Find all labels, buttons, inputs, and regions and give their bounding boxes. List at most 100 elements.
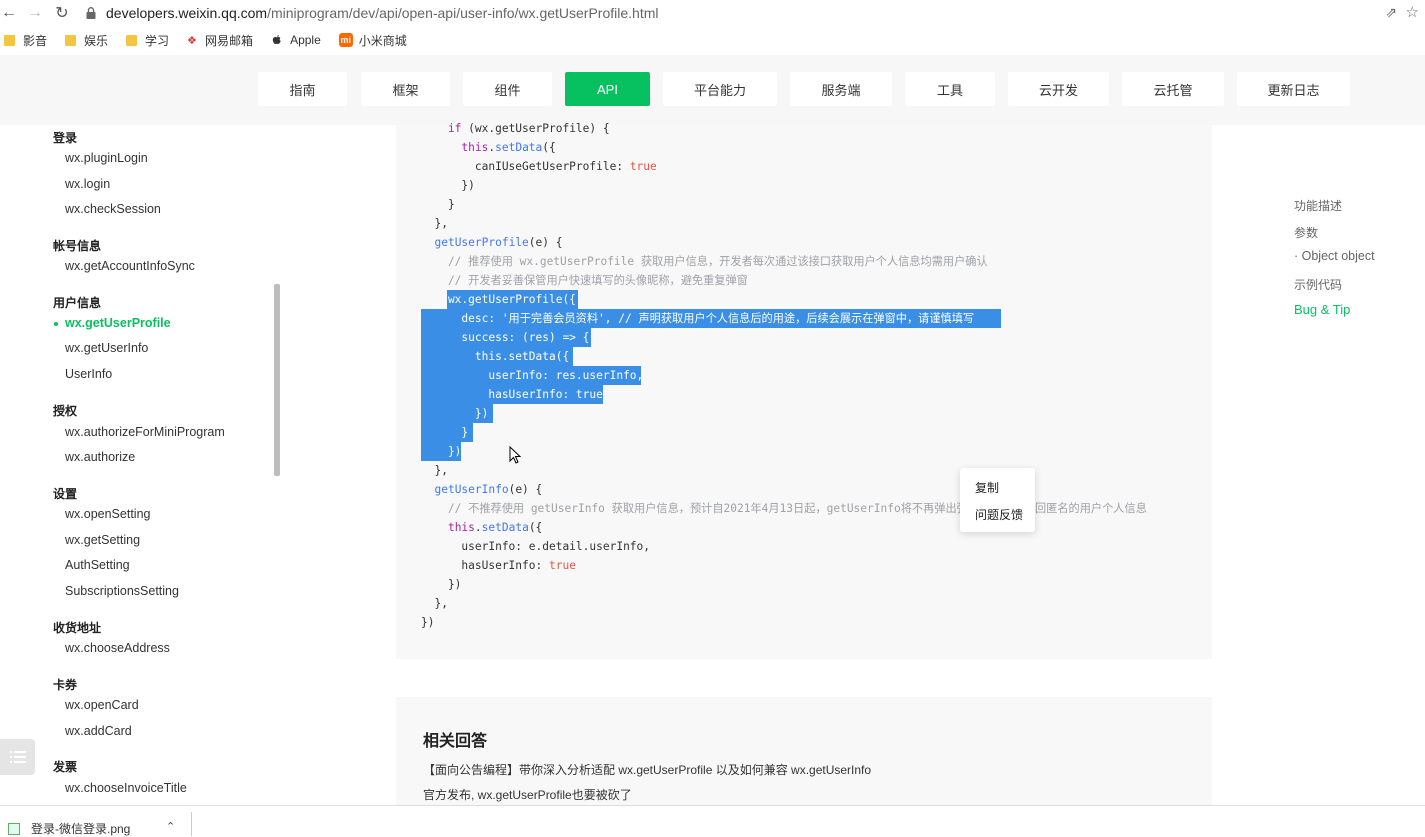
bookmark-label: Apple <box>290 33 321 47</box>
bookmark-item[interactable]: 影音 <box>4 32 47 49</box>
code-comment: // 推荐使用 wx.getUserProfile 获取用户信息，开发者每次通过… <box>421 255 988 268</box>
code-line: if (wx.getUserProfile) { <box>421 122 610 135</box>
chevron-up-icon[interactable]: ⌃ <box>166 820 175 833</box>
code-line: this.setData({ <box>461 141 556 154</box>
code-line: }, <box>421 597 448 610</box>
code-line: canIUseGetUserProfile: true <box>421 160 657 173</box>
toc-item[interactable]: 参数 <box>1294 224 1318 241</box>
sidebar-item[interactable]: wx.getUserInfo <box>65 341 148 355</box>
bookmark-label: 娱乐 <box>84 33 109 48</box>
tab-components[interactable]: 组件 <box>463 72 552 106</box>
toc-item-active[interactable]: Bug & Tip <box>1294 302 1350 317</box>
forward-icon[interactable]: → <box>23 1 47 25</box>
code-line-selected: } <box>421 426 469 439</box>
sidebar-item[interactable]: wx.chooseInvoiceTitle <box>65 781 187 795</box>
bookmark-item[interactable]: 娱乐 <box>65 32 108 49</box>
sidebar-group-heading: 卡券 <box>53 678 78 692</box>
sidebar-item[interactable]: SubscriptionsSetting <box>65 584 179 598</box>
tab-platform[interactable]: 平台能力 <box>663 72 777 106</box>
code-comment: // 开发者妥善保管用户快速填写的头像昵称，避免重复弹窗 <box>421 274 748 287</box>
sidebar-group-heading: 发票 <box>53 760 78 774</box>
code-line-selected: }) <box>421 407 489 420</box>
sidebar-group-heading: 用户信息 <box>53 296 102 310</box>
address-bar[interactable]: developers.weixin.qq.com/miniprogram/dev… <box>84 1 659 25</box>
tab-api[interactable]: API <box>565 72 650 106</box>
apple-icon <box>272 35 281 44</box>
bookmark-item[interactable]: mi 小米商城 <box>338 32 407 49</box>
bookmark-label: 学习 <box>145 33 170 48</box>
mi-icon: mi <box>338 33 353 47</box>
docs-top-nav: 指南 框架 组件 API 平台能力 服务端 工具 云开发 云托管 更新日志 <box>0 55 1425 125</box>
tab-server[interactable]: 服务端 <box>790 72 892 106</box>
sidebar-item[interactable]: wx.addCard <box>65 724 132 738</box>
tab-guide[interactable]: 指南 <box>258 72 347 106</box>
lock-icon <box>86 7 96 19</box>
bookmark-label: 小米商城 <box>358 33 407 48</box>
toc-item[interactable]: · Object object <box>1294 249 1375 263</box>
tab-cloud-hosting[interactable]: 云托管 <box>1122 72 1224 106</box>
tab-changelog[interactable]: 更新日志 <box>1237 72 1350 106</box>
sidebar-item[interactable]: wx.getAccountInfoSync <box>65 259 195 273</box>
code-example-panel: if (wx.getUserProfile) { this.setData({ … <box>396 122 1212 659</box>
download-item[interactable]: 登录-微信登录.png <box>8 820 130 837</box>
code-line: getUserProfile(e) { <box>434 236 563 249</box>
sidebar-item[interactable]: wx.checkSession <box>65 202 161 216</box>
code-line-selected: this.setData({ <box>421 350 570 363</box>
folder-icon <box>65 34 77 46</box>
sidebar-item[interactable]: wx.login <box>65 177 110 191</box>
sidebar-item[interactable]: UserInfo <box>65 367 112 381</box>
tab-cloud-dev[interactable]: 云开发 <box>1008 72 1109 106</box>
back-icon[interactable]: ← <box>0 1 21 25</box>
code-line: userInfo: e.detail.userInfo, <box>421 540 651 553</box>
code-line: getUserInfo(e) { <box>434 483 543 496</box>
sidebar-item[interactable]: wx.getSetting <box>65 533 140 547</box>
related-answer-link[interactable]: 官方发布, wx.getUserProfile也要被砍了 <box>423 786 632 803</box>
share-icon[interactable]: ⇗ <box>1385 4 1397 21</box>
related-answers-title: 相关回答 <box>423 733 488 750</box>
sidebar-scrollbar-thumb[interactable] <box>274 284 280 476</box>
code-line-selected: hasUserInfo: true <box>421 388 603 401</box>
bookmark-star-icon[interactable]: ☆ <box>1406 3 1419 21</box>
mouse-cursor-icon <box>509 446 521 464</box>
bookmark-item[interactable]: 学习 <box>126 32 169 49</box>
sidebar-group-heading: 设置 <box>53 487 78 501</box>
code-line-selected: wx.getUserProfile({ <box>421 293 576 306</box>
sidebar-item-active[interactable]: wx.getUserProfile <box>65 316 171 330</box>
download-shelf: 登录-微信登录.png ⌃ <box>0 805 1425 836</box>
bookmark-label: 网易邮箱 <box>205 33 254 48</box>
code-line: }, <box>421 217 448 230</box>
sidebar-item[interactable]: wx.authorize <box>65 450 135 464</box>
code-line: }) <box>421 616 435 629</box>
sidebar-item[interactable]: AuthSetting <box>65 558 130 572</box>
url-path: /miniprogram/dev/api/open-api/user-info/… <box>267 5 659 21</box>
sidebar-item[interactable]: wx.pluginLogin <box>65 151 148 165</box>
sidebar-item[interactable]: wx.authorizeForMiniProgram <box>65 425 225 439</box>
feedback-menu-item[interactable]: 问题反馈 <box>975 506 1023 523</box>
toc-toggle-button[interactable] <box>0 739 35 775</box>
toc-item[interactable]: 功能描述 <box>1294 197 1342 214</box>
url-host: developers.weixin.qq.com <box>106 5 268 21</box>
sidebar-group-heading: 登录 <box>53 131 78 145</box>
code-line: }) <box>421 179 475 192</box>
related-answers-section: 相关回答 【面向公告编程】带你深入分析适配 wx.getUserProfile … <box>396 697 1212 817</box>
code-line: this.setData({ <box>447 521 543 534</box>
code-line-selected: userInfo: res.userInfo, <box>421 369 644 382</box>
tab-framework[interactable]: 框架 <box>361 72 450 106</box>
folder-icon <box>126 34 138 46</box>
sidebar-group-heading: 授权 <box>53 404 78 418</box>
bookmark-item[interactable]: ❖ 网易邮箱 <box>187 32 253 49</box>
reload-icon[interactable]: ↻ <box>50 1 74 25</box>
sidebar-item[interactable]: wx.openSetting <box>65 507 150 521</box>
code-line: } <box>421 198 455 211</box>
bookmark-label: 影音 <box>23 33 48 48</box>
tab-tools[interactable]: 工具 <box>905 72 995 106</box>
sidebar-item[interactable]: wx.chooseAddress <box>65 641 170 655</box>
bookmark-item[interactable]: Apple <box>271 33 321 47</box>
code-comment: // 不推荐使用 getUserInfo 获取用户信息，预计自2021年4月13… <box>421 502 1147 515</box>
copy-menu-item[interactable]: 复制 <box>975 479 999 496</box>
code-line-selected: desc: '用于完善会员资料', // 声明获取用户个人信息后的用途，后续会展… <box>421 312 975 325</box>
related-answer-link[interactable]: 【面向公告编程】带你深入分析适配 wx.getUserProfile 以及如何兼… <box>423 761 871 778</box>
browser-toolbar: ← → ↻ developers.weixin.qq.com/miniprogr… <box>0 0 1425 26</box>
sidebar-item[interactable]: wx.openCard <box>65 698 139 712</box>
toc-item[interactable]: 示例代码 <box>1294 276 1342 293</box>
